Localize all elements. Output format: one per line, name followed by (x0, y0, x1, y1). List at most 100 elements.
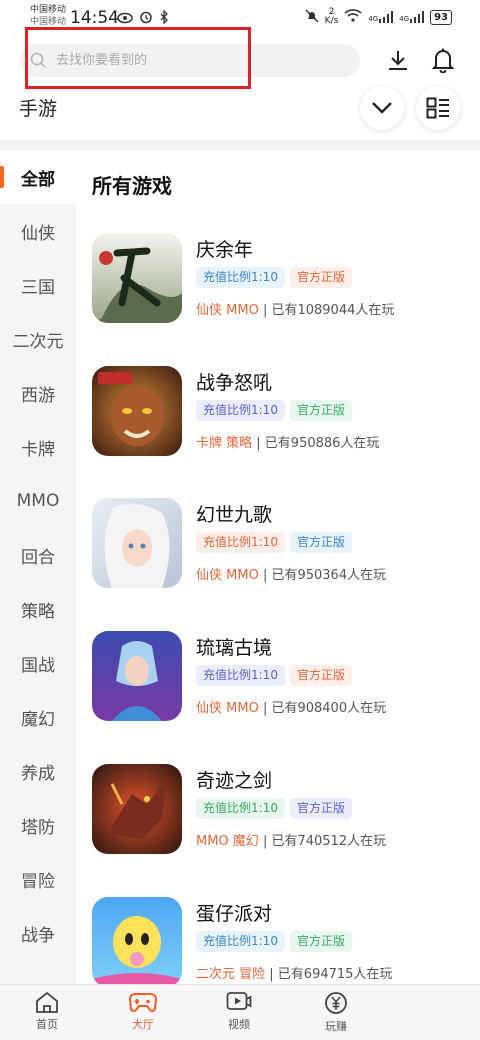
yuan-coin-icon (325, 992, 347, 1014)
header-divider (0, 140, 480, 150)
sidebar-item-war[interactable]: 战争 (0, 906, 76, 960)
signal-icon-1: 4G (368, 11, 394, 23)
game-icon (92, 631, 182, 721)
nav-home[interactable]: 首页 (17, 991, 77, 1039)
signal-icon-2: 4G (399, 11, 425, 23)
game-genre: 仙侠 MMO (196, 568, 259, 583)
player-count: | 已有908400人在玩 (262, 701, 387, 716)
page-title: 手游 (19, 98, 58, 120)
bottom-nav: 首页 大厅 视频 玩赚 (0, 984, 480, 1040)
player-count: | 已有694715人在玩 (269, 967, 393, 982)
list-grid-icon (426, 97, 449, 119)
tag-recharge-ratio: 充值比例1:10 (196, 931, 285, 952)
sidebar-item-xiyou[interactable]: 西游 (0, 366, 76, 420)
tag-official: 官方正版 (290, 532, 353, 553)
game-icon (92, 897, 182, 987)
game-item[interactable]: 琉璃古境 充值比例1:10 官方正版 仙侠 MMO | 已有908400人在玩 (92, 631, 472, 723)
sidebar-item-raising[interactable]: 养成 (0, 744, 76, 798)
chevron-down-icon (372, 102, 392, 114)
bluetooth-icon (159, 9, 169, 28)
game-name: 蛋仔派对 (196, 903, 273, 925)
game-genre: 仙侠 MMO (196, 303, 259, 318)
game-meta: 仙侠 MMO | 已有1089044人在玩 (196, 299, 394, 318)
category-sidebar: 全部 仙侠 三国 二次元 西游 卡牌 MMO 回合 策略 国战 魔幻 养成 塔防… (0, 150, 76, 984)
game-meta: MMO 魔幻 | 已有740512人在玩 (196, 830, 386, 849)
download-button[interactable] (382, 44, 414, 76)
game-icon (92, 764, 182, 854)
list-title: 所有游戏 (92, 174, 172, 198)
game-meta: 仙侠 MMO | 已有950364人在玩 (196, 564, 386, 583)
battery-indicator: 93 (430, 9, 452, 25)
game-icon (92, 233, 182, 323)
game-meta: 仙侠 MMO | 已有908400人在玩 (196, 697, 386, 716)
video-icon (226, 992, 252, 1010)
game-meta: 卡牌 策略 | 已有950886人在玩 (196, 432, 379, 451)
tag-recharge-ratio: 充值比例1:10 (196, 267, 285, 288)
game-item[interactable]: 幻世九歌 充值比例1:10 官方正版 仙侠 MMO | 已有950364人在玩 (92, 498, 472, 590)
nav-earn[interactable]: 玩赚 (306, 991, 366, 1039)
nav-lobby-label: 大厅 (132, 1018, 154, 1031)
tag-official: 官方正版 (290, 931, 353, 952)
alarm-icon (139, 9, 153, 28)
game-name: 庆余年 (196, 239, 254, 261)
sidebar-item-all[interactable]: 全部 (0, 150, 76, 204)
sidebar-item-fantasy[interactable]: 魔幻 (0, 690, 76, 744)
home-icon (36, 991, 58, 1013)
game-meta: 二次元 冒险 | 已有694715人在玩 (196, 963, 392, 982)
game-name: 琉璃古境 (196, 637, 273, 659)
carrier-1: 中国移动 (30, 5, 67, 15)
gamepad-icon (129, 993, 157, 1012)
nav-earn-label: 玩赚 (325, 1020, 347, 1033)
player-count: | 已有740512人在玩 (262, 834, 387, 849)
sidebar-item-adventure[interactable]: 冒险 (0, 852, 76, 906)
nav-video[interactable]: 视频 (209, 991, 269, 1039)
nav-home-label: 首页 (36, 1018, 58, 1031)
game-name: 幻世九歌 (196, 504, 273, 526)
nav-video-label: 视频 (228, 1018, 250, 1031)
player-count: | 已有950364人在玩 (262, 568, 387, 583)
tag-recharge-ratio: 充值比例1:10 (196, 400, 285, 421)
tag-recharge-ratio: 充值比例1:10 (196, 532, 285, 553)
game-genre: 仙侠 MMO (196, 701, 259, 716)
game-name: 战争怒吼 (196, 372, 273, 394)
bell-icon (431, 48, 455, 73)
game-genre: 卡牌 策略 (196, 436, 253, 451)
sidebar-item-strategy[interactable]: 策略 (0, 582, 76, 636)
sidebar-item-mmo[interactable]: MMO (0, 474, 76, 528)
game-icon (92, 366, 182, 456)
game-item[interactable]: 战争怒吼 充值比例1:10 官方正版 卡牌 策略 | 已有950886人在玩 (92, 366, 472, 458)
sidebar-item-card[interactable]: 卡牌 (0, 420, 76, 474)
game-item[interactable]: 奇迹之剑 充值比例1:10 官方正版 MMO 魔幻 | 已有740512人在玩 (92, 764, 472, 856)
player-count: | 已有1089044人在玩 (262, 303, 395, 318)
tag-recharge-ratio: 充值比例1:10 (196, 665, 285, 686)
sidebar-item-anime[interactable]: 二次元 (0, 312, 76, 366)
player-count: | 已有950886人在玩 (256, 436, 380, 451)
tag-official: 官方正版 (290, 798, 353, 819)
game-icon (92, 498, 182, 588)
nav-lobby[interactable]: 大厅 (113, 991, 173, 1039)
game-name: 奇迹之剑 (196, 770, 273, 792)
tag-official: 官方正版 (290, 400, 353, 421)
game-item[interactable]: 庆余年 充值比例1:10 官方正版 仙侠 MMO | 已有1089044人在玩 (92, 233, 472, 325)
wifi-icon (344, 9, 362, 25)
tag-official: 官方正版 (290, 267, 353, 288)
expand-button[interactable] (360, 86, 404, 130)
carrier-2: 中国移动 (30, 17, 67, 27)
tag-recharge-ratio: 充值比例1:10 (196, 798, 285, 819)
tag-official: 官方正版 (290, 665, 353, 686)
sidebar-item-sanguo[interactable]: 三国 (0, 258, 76, 312)
notification-button[interactable] (427, 44, 459, 76)
game-item[interactable]: 蛋仔派对 充值比例1:10 官方正版 二次元 冒险 | 已有694715人在玩 (92, 897, 472, 989)
sidebar-item-national-war[interactable]: 国战 (0, 636, 76, 690)
eye-icon (117, 9, 133, 28)
sidebar-item-xianxia[interactable]: 仙侠 (0, 204, 76, 258)
layout-toggle-button[interactable] (416, 86, 460, 130)
game-genre: MMO 魔幻 (196, 834, 259, 849)
download-icon (389, 51, 407, 70)
sidebar-item-turn-based[interactable]: 回合 (0, 528, 76, 582)
sidebar-item-tower-defense[interactable]: 塔防 (0, 798, 76, 852)
net-speed: 2 K/s (324, 7, 339, 26)
highlight-frame (25, 27, 251, 89)
mute-icon (305, 9, 319, 26)
clock: 14:54 (70, 8, 119, 28)
